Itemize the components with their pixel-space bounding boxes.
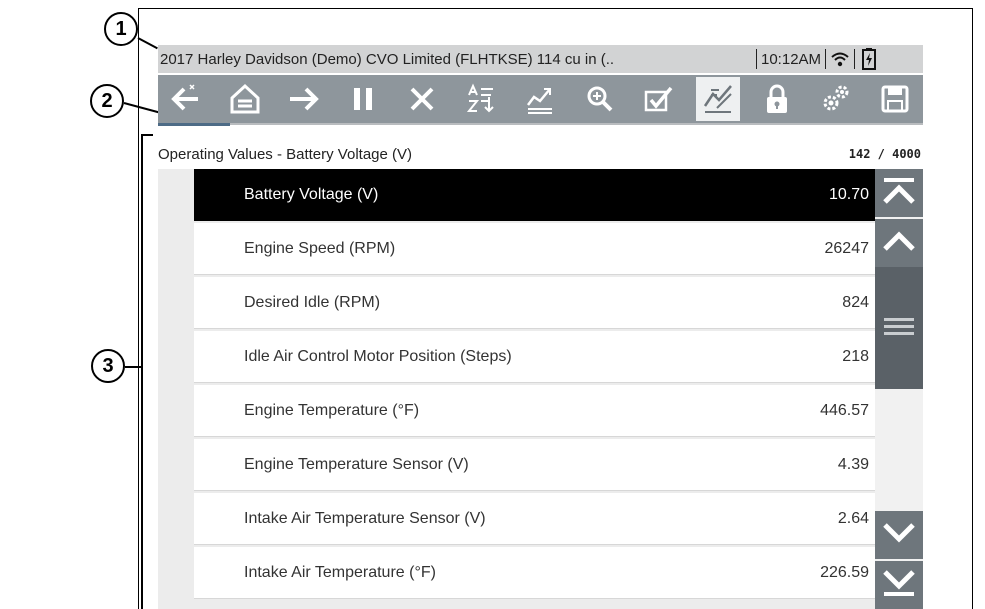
scroll-down-button[interactable] — [875, 511, 923, 559]
wifi-icon — [826, 50, 854, 68]
zoom-button[interactable] — [578, 77, 622, 121]
pid-label: Desired Idle (RPM) — [244, 293, 381, 311]
pid-value: 446.57 — [820, 401, 869, 419]
vehicle-title: 2017 Harley Davidson (Demo) CVO Limited … — [160, 50, 615, 68]
pid-value: 26247 — [824, 239, 870, 257]
scroll-up-icon — [882, 229, 916, 258]
pid-label: Battery Voltage (V) — [244, 185, 379, 203]
sort-az-icon — [465, 83, 497, 115]
pid-label: Idle Air Control Motor Position (Steps) — [244, 347, 512, 365]
scrollbar[interactable] — [875, 169, 923, 609]
home-button[interactable] — [223, 77, 267, 121]
back-arrow-icon — [168, 83, 204, 115]
tab-progress-indicator — [158, 123, 230, 126]
clear-button[interactable] — [400, 77, 444, 121]
custom-list-button[interactable] — [695, 77, 740, 121]
clock: 10:12AM — [761, 50, 822, 68]
gears-icon — [819, 82, 853, 116]
pid-value: 824 — [842, 293, 869, 311]
pause-button[interactable] — [341, 77, 385, 121]
forward-arrow-icon — [286, 83, 322, 115]
battery-icon — [855, 48, 883, 70]
pid-value: 218 — [842, 347, 869, 365]
pid-value: 10.70 — [828, 185, 869, 203]
record-counter: 142 / 4000 — [848, 147, 921, 161]
list-item[interactable]: Engine Temperature Sensor (V) 4.39 — [194, 439, 875, 491]
pid-value: 4.39 — [837, 455, 869, 473]
grip-lines-icon — [884, 316, 914, 341]
lock-button[interactable] — [755, 77, 799, 121]
list-item[interactable]: Intake Air Temperature (°F) 226.59 — [194, 547, 875, 599]
scroll-down-icon — [882, 521, 916, 550]
callout-1: 1 — [104, 12, 138, 46]
list-item[interactable]: Battery Voltage (V) 10.70 — [194, 169, 875, 221]
zoom-in-icon — [585, 84, 615, 114]
scroll-thumb[interactable] — [875, 267, 923, 389]
pause-icon — [350, 84, 376, 114]
list-title: Operating Values - Battery Voltage (V) — [158, 145, 413, 163]
status-bar: 2017 Harley Davidson (Demo) CVO Limited … — [158, 45, 923, 73]
scroll-top-icon — [882, 176, 916, 211]
close-icon — [407, 84, 437, 114]
back-button[interactable] — [164, 77, 208, 121]
lock-icon — [764, 83, 790, 115]
list-item[interactable]: Intake Air Temperature Sensor (V) 2.64 — [194, 493, 875, 545]
custom-list-icon — [701, 82, 735, 116]
toolbar — [158, 75, 923, 123]
save-icon — [880, 84, 910, 114]
pid-value: 2.64 — [837, 509, 869, 527]
list-item[interactable]: Engine Speed (RPM) 26247 — [194, 223, 875, 275]
pid-list: Battery Voltage (V) 10.70 Engine Speed (… — [158, 169, 875, 609]
settings-button[interactable] — [814, 77, 858, 121]
region-3-bracket — [141, 134, 153, 609]
list-header: Operating Values - Battery Voltage (V) 1… — [158, 139, 923, 169]
list-item[interactable]: Engine Temperature (°F) 446.57 — [194, 385, 875, 437]
pid-label: Engine Temperature Sensor (V) — [244, 455, 469, 473]
list-item[interactable]: Desired Idle (RPM) 824 — [194, 277, 875, 329]
callout-3-leader — [125, 366, 142, 368]
scroll-top-button[interactable] — [875, 169, 923, 217]
pid-label: Engine Temperature (°F) — [244, 401, 420, 419]
select-button[interactable] — [637, 77, 681, 121]
graph-icon — [524, 83, 556, 115]
scroll-up-button[interactable] — [875, 219, 923, 267]
scroll-bottom-button[interactable] — [875, 561, 923, 609]
list-item[interactable]: Idle Air Control Motor Position (Steps) … — [194, 331, 875, 383]
callout-2: 2 — [90, 84, 124, 118]
callout-3: 3 — [91, 349, 125, 383]
scroll-bottom-icon — [882, 568, 916, 603]
tab-progress-track — [158, 123, 923, 125]
pid-value: 226.59 — [820, 563, 869, 581]
save-button[interactable] — [873, 77, 917, 121]
forward-button[interactable] — [282, 77, 326, 121]
home-icon — [228, 82, 262, 116]
pid-label: Engine Speed (RPM) — [244, 239, 396, 257]
checkmark-icon — [643, 84, 675, 114]
pid-label: Intake Air Temperature (°F) — [244, 563, 436, 581]
sort-button[interactable] — [459, 77, 503, 121]
graph-button[interactable] — [518, 77, 562, 121]
pid-label: Intake Air Temperature Sensor (V) — [244, 509, 486, 527]
